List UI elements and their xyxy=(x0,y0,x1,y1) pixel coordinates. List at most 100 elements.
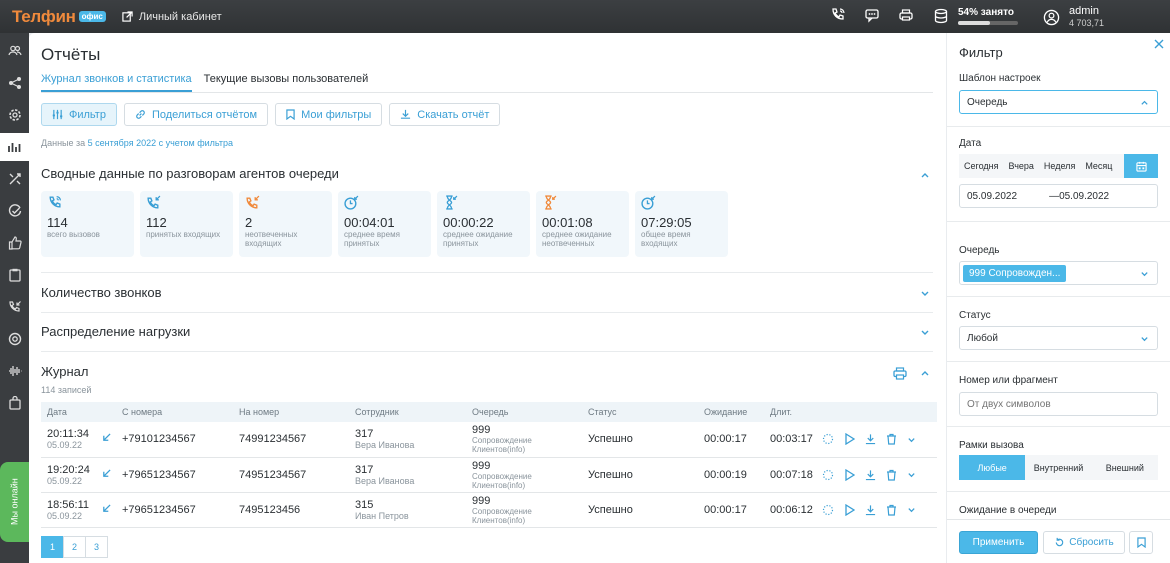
sidebar-item-monitor[interactable] xyxy=(0,325,29,353)
sidebar-item-reports[interactable] xyxy=(0,133,29,161)
download-icon[interactable] xyxy=(865,433,876,445)
frames-any[interactable]: Любые xyxy=(959,455,1026,480)
online-chat-button[interactable]: Мы онлайн xyxy=(0,462,29,542)
tab-journal[interactable]: Журнал звонков и статистика xyxy=(41,73,192,92)
play-icon[interactable] xyxy=(844,433,855,446)
chevron-down-icon[interactable] xyxy=(907,470,916,479)
sidebar-item-incoming[interactable] xyxy=(0,293,29,321)
stat-value: 00:00:22 xyxy=(443,215,494,230)
trash-icon[interactable] xyxy=(886,469,897,481)
chat-icon[interactable] xyxy=(864,7,882,25)
load-section-title[interactable]: Распределение нагрузки xyxy=(41,324,190,339)
col-employee[interactable]: Сотрудник xyxy=(349,402,466,422)
download-report-label: Скачать отчёт xyxy=(417,108,490,121)
date-to-input[interactable]: 05.09.2022 xyxy=(1059,191,1109,202)
row-queue: 999 xyxy=(472,424,491,437)
journal-record-count: 114 записей xyxy=(41,385,92,395)
queue-select[interactable]: 999 Сопровожден... xyxy=(959,261,1158,285)
date-month[interactable]: Месяц xyxy=(1080,154,1117,178)
col-to[interactable]: На номер xyxy=(233,402,349,422)
status-select[interactable]: Любой xyxy=(959,326,1158,350)
sidebar-item-tasks[interactable] xyxy=(0,197,29,225)
row-wait: 00:00:19 xyxy=(698,457,764,493)
download-report-button[interactable]: Скачать отчёт xyxy=(389,103,501,126)
user-menu[interactable]: admin 4 703,71 xyxy=(1043,5,1104,29)
user-name: admin xyxy=(1069,5,1099,17)
filter-button[interactable]: Фильтр xyxy=(41,103,117,126)
filter-panel-title: Фильтр xyxy=(959,45,1003,60)
queue-label: Очередь xyxy=(959,245,1000,256)
chevron-down-icon[interactable] xyxy=(920,327,930,337)
sidebar-item-routing[interactable] xyxy=(0,165,29,193)
chevron-down-icon[interactable] xyxy=(907,505,916,514)
close-icon[interactable] xyxy=(1154,39,1164,49)
sidebar-item-recordings[interactable] xyxy=(0,357,29,385)
calls-count-section-title[interactable]: Количество звонков xyxy=(41,285,162,300)
phone-call-icon[interactable] xyxy=(830,7,848,25)
col-date[interactable]: Дата xyxy=(41,402,96,422)
my-filters-button[interactable]: Мои фильтры xyxy=(275,103,383,126)
trash-icon[interactable] xyxy=(886,433,897,445)
printer-icon[interactable] xyxy=(898,7,916,25)
play-icon[interactable] xyxy=(844,468,855,481)
transcribe-icon[interactable] xyxy=(822,469,834,481)
page-button[interactable]: 2 xyxy=(63,536,86,558)
date-range: 05.09.2022 — 05.09.2022 xyxy=(959,184,1158,208)
chevron-down-icon[interactable] xyxy=(920,288,930,298)
tab-current-calls[interactable]: Текущие вызовы пользователей xyxy=(204,73,369,92)
chevron-up-icon[interactable] xyxy=(920,368,930,378)
frames-label: Рамки вызова xyxy=(959,440,1024,451)
transcribe-icon[interactable] xyxy=(822,504,834,516)
divider xyxy=(41,272,933,273)
table-row[interactable]: 20:11:34 05.09.22 +79101234567 74991234567 3… xyxy=(41,422,937,458)
stat-value: 07:29:05 xyxy=(641,215,692,230)
col-wait[interactable]: Ожидание xyxy=(698,402,764,422)
row-to: 74951234567 xyxy=(233,457,349,493)
printer-icon[interactable] xyxy=(893,367,907,380)
chevron-down-icon[interactable] xyxy=(907,435,916,444)
divider xyxy=(947,126,1170,127)
col-status[interactable]: Статус xyxy=(582,402,698,422)
date-week[interactable]: Неделя xyxy=(1039,154,1080,178)
apply-button[interactable]: Применить xyxy=(959,531,1038,554)
data-period-link[interactable]: 5 сентября 2022 с учетом фильтра xyxy=(88,138,233,148)
personal-cabinet-link[interactable]: Личный кабинет xyxy=(122,11,222,23)
bookmark-icon xyxy=(286,109,295,120)
page-button[interactable]: 3 xyxy=(85,536,108,558)
logo-text: Телфин xyxy=(12,6,76,26)
download-icon[interactable] xyxy=(865,469,876,481)
download-icon[interactable] xyxy=(865,504,876,516)
table-row[interactable]: 19:20:24 05.09.22 +79651234567 74951234567 3… xyxy=(41,457,937,493)
divider xyxy=(947,221,1170,222)
col-duration[interactable]: Длит. xyxy=(764,402,816,422)
page-button[interactable]: 1 xyxy=(41,536,64,558)
share-report-button[interactable]: Поделиться отчётом xyxy=(123,103,269,126)
sidebar-item-settings[interactable] xyxy=(0,101,29,129)
calendar-button[interactable] xyxy=(1124,154,1158,178)
template-select[interactable]: Очередь xyxy=(959,90,1158,114)
transcribe-icon[interactable] xyxy=(822,433,834,445)
col-from[interactable]: С номера xyxy=(116,402,233,422)
date-yesterday[interactable]: Вчера xyxy=(1004,154,1039,178)
table-row[interactable]: 18:56:11 05.09.22 +79651234567 7495123456 31… xyxy=(41,492,937,528)
sidebar-item-clipboard[interactable] xyxy=(0,261,29,289)
date-from-input[interactable]: 05.09.2022 xyxy=(967,191,1017,202)
sidebar-item-users[interactable] xyxy=(0,37,29,65)
queue-tag[interactable]: 999 Сопровожден... xyxy=(963,264,1067,282)
date-today[interactable]: Сегодня xyxy=(959,154,1004,178)
col-queue[interactable]: Очередь xyxy=(466,402,582,422)
sidebar-item-network[interactable] xyxy=(0,69,29,97)
chevron-up-icon[interactable] xyxy=(920,170,930,180)
row-time: 20:11:34 xyxy=(47,428,90,441)
play-icon[interactable] xyxy=(844,503,855,516)
frames-internal[interactable]: Внутренний xyxy=(1025,455,1091,480)
stat-label: неотвеченных входящих xyxy=(245,230,298,248)
trash-icon[interactable] xyxy=(886,504,897,516)
number-input[interactable] xyxy=(959,392,1158,416)
logo[interactable]: Телфин офис xyxy=(12,7,106,27)
save-filter-button[interactable] xyxy=(1129,531,1153,554)
sidebar-item-shop[interactable] xyxy=(0,389,29,417)
reset-button[interactable]: Сбросить xyxy=(1043,531,1125,554)
sidebar-item-rating[interactable] xyxy=(0,229,29,257)
frames-external[interactable]: Внешний xyxy=(1092,455,1158,480)
